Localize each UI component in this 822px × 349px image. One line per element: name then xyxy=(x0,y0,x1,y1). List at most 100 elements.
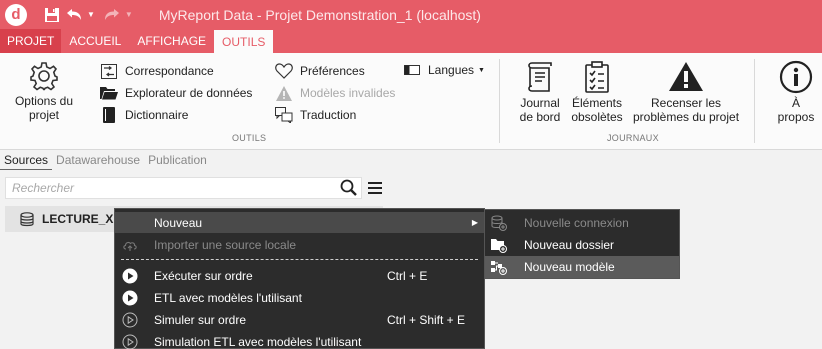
journal-icon xyxy=(528,62,552,92)
explorateur-label: Explorateur de données xyxy=(125,86,253,100)
tab-sources[interactable]: Sources xyxy=(0,152,53,170)
context-menu: Nouveau ▶ Importer une source locale Exé… xyxy=(114,208,485,349)
undo-icon[interactable] xyxy=(65,6,83,24)
options-projet-button[interactable]: Options du projet xyxy=(10,60,78,122)
menu-item-label: Nouveau xyxy=(154,215,203,230)
correspondance-label: Correspondance xyxy=(125,64,214,78)
correspondance-button[interactable]: Correspondance xyxy=(99,62,214,80)
tab-affichage[interactable]: AFFICHAGE xyxy=(129,29,214,53)
undo-dropdown-icon[interactable]: ▼ xyxy=(87,10,95,19)
a-propos-label-1: À xyxy=(791,96,800,110)
info-icon xyxy=(779,60,813,94)
hamburger-menu-icon[interactable] xyxy=(368,182,382,197)
title-bar: d ▼ ▼ MyReport Data - Projet Demonstrati… xyxy=(0,0,822,29)
ribbon-tabs: PROJET ACCUEIL AFFICHAGE OUTILS xyxy=(0,29,822,53)
submenu-item-label: Nouveau dossier xyxy=(524,238,615,252)
submenu-item-nouveau-dossier[interactable]: Nouveau dossier xyxy=(485,234,679,256)
submenu-item-nouveau-modele[interactable]: Nouveau modèle xyxy=(485,256,679,278)
submenu-arrow-icon: ▶ xyxy=(471,218,478,227)
modeles-invalides-label: Modèles invalides xyxy=(300,86,396,100)
play-circle-icon xyxy=(122,290,138,306)
menu-separator xyxy=(121,259,478,260)
play-outline-icon xyxy=(122,312,138,328)
menu-item-label: ETL avec modèles l'utilisant xyxy=(154,290,302,305)
book-icon xyxy=(99,107,119,123)
journal-label-2: de bord xyxy=(519,110,561,124)
tab-publication[interactable]: Publication xyxy=(144,152,211,170)
elements-label-2: obsolètes xyxy=(571,110,623,124)
panel-tabs: Sources Datawarehouse Publication xyxy=(0,152,211,170)
ribbon-separator-2 xyxy=(754,59,755,143)
menu-item-simuler[interactable]: Simuler sur ordre Ctrl + Shift + E xyxy=(115,309,484,330)
submenu-nouveau: Nouvelle connexion Nouveau dossier Nouve… xyxy=(484,209,680,279)
preferences-button[interactable]: Préférences xyxy=(274,62,365,80)
warning-large-icon xyxy=(669,62,703,91)
recenser-label-1: Recenser les xyxy=(650,96,722,110)
checklist-icon xyxy=(585,61,609,93)
mapping-icon xyxy=(99,63,119,79)
tree-item-label: LECTURE_XM xyxy=(42,212,124,226)
menu-item-label: Simuler sur ordre xyxy=(154,312,247,327)
menu-item-shortcut: Ctrl + Shift + E xyxy=(387,312,466,327)
submenu-item-nouvelle-connexion[interactable]: Nouvelle connexion xyxy=(485,212,679,234)
database-add-icon xyxy=(491,215,507,231)
menu-item-etl[interactable]: ETL avec modèles l'utilisant xyxy=(115,287,484,308)
langues-dropdown-icon: ▼ xyxy=(478,66,485,74)
elements-label-1: Éléments xyxy=(571,96,623,110)
preferences-label: Préférences xyxy=(300,64,365,78)
play-outline-icon xyxy=(122,334,138,349)
langues-label: Langues xyxy=(428,63,475,77)
ribbon: Options du projet Correspondance Explora… xyxy=(0,53,822,150)
menu-item-label: Simulation ETL avec modèles l'utilisant xyxy=(154,334,362,349)
a-propos-label-2: propos xyxy=(777,110,815,124)
gear-icon xyxy=(30,62,58,91)
menu-item-executer[interactable]: Exécuter sur ordre Ctrl + E xyxy=(115,265,484,286)
search-icon[interactable] xyxy=(340,179,357,199)
traduction-label: Traduction xyxy=(300,108,357,122)
submenu-item-label: Nouveau modèle xyxy=(524,260,615,274)
redo-dropdown-icon[interactable]: ▼ xyxy=(125,10,133,19)
save-icon[interactable] xyxy=(43,6,61,24)
group-label-journaux: JOURNAUX xyxy=(607,133,659,143)
modeles-invalides-button[interactable]: Modèles invalides xyxy=(274,84,395,102)
tab-projet[interactable]: PROJET xyxy=(0,29,62,53)
dictionnaire-button[interactable]: Dictionnaire xyxy=(99,106,188,124)
folder-add-icon xyxy=(491,237,507,253)
explorateur-button[interactable]: Explorateur de données xyxy=(99,84,252,102)
elements-obsoletes-button[interactable]: Éléments obsolètes xyxy=(569,60,625,124)
menu-item-simulation-etl[interactable]: Simulation ETL avec modèles l'utilisant xyxy=(115,331,484,349)
translate-icon xyxy=(274,107,294,123)
heart-icon xyxy=(274,63,294,79)
menu-item-nouveau[interactable]: Nouveau ▶ xyxy=(115,212,484,233)
submenu-item-label: Nouvelle connexion xyxy=(524,216,629,230)
journal-label-1: Journal xyxy=(520,96,560,110)
options-projet-label-2: projet xyxy=(28,108,60,122)
menu-item-importer[interactable]: Importer une source locale xyxy=(115,234,484,255)
search-input[interactable] xyxy=(6,181,326,195)
journal-de-bord-button[interactable]: Journal de bord xyxy=(514,60,566,124)
folder-open-icon xyxy=(99,85,119,101)
tab-outils[interactable]: OUTILS xyxy=(214,29,274,53)
options-projet-label-1: Options du xyxy=(14,94,74,108)
traduction-button[interactable]: Traduction xyxy=(274,106,356,124)
recenser-label-2: problèmes du projet xyxy=(632,110,740,124)
upload-icon xyxy=(122,237,138,253)
app-logo[interactable]: d xyxy=(5,3,27,26)
menu-item-shortcut: Ctrl + E xyxy=(387,268,428,283)
redo-icon[interactable] xyxy=(103,6,121,24)
menu-item-label: Exécuter sur ordre xyxy=(154,268,253,283)
recenser-problemes-button[interactable]: Recenser les problèmes du projet xyxy=(630,60,742,124)
tab-datawarehouse[interactable]: Datawarehouse xyxy=(52,152,144,170)
tab-accueil[interactable]: ACCUEIL xyxy=(61,29,129,53)
langues-button[interactable]: Langues ▼ xyxy=(402,61,485,79)
ribbon-separator xyxy=(499,59,500,143)
a-propos-button[interactable]: À propos xyxy=(770,60,822,124)
group-label-outils: OUTILS xyxy=(232,133,267,143)
model-add-icon xyxy=(491,259,507,275)
language-flag-icon xyxy=(402,62,422,78)
play-circle-icon xyxy=(122,268,138,284)
warning-icon xyxy=(274,85,294,101)
window-title: MyReport Data - Projet Demonstration_1 (… xyxy=(158,6,481,23)
database-icon xyxy=(20,211,34,227)
dictionnaire-label: Dictionnaire xyxy=(125,108,189,122)
